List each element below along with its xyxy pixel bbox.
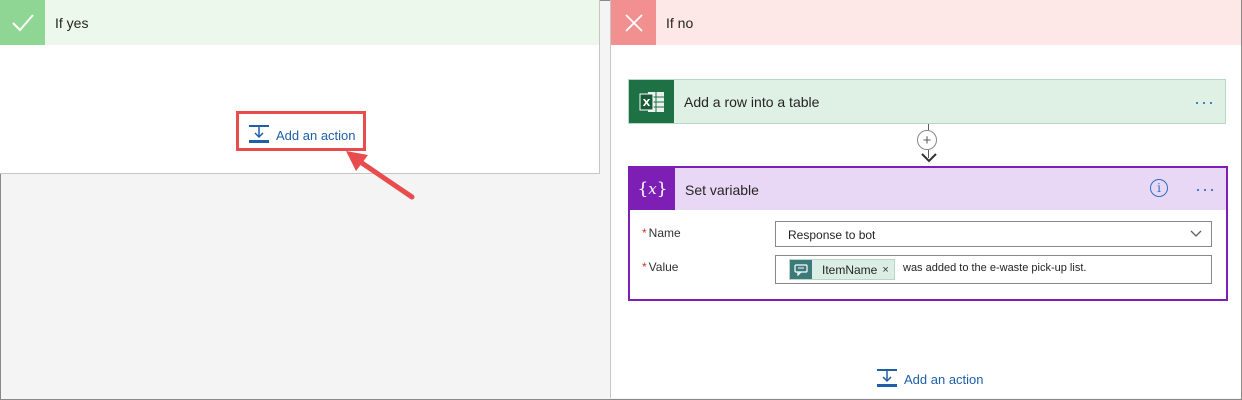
insert-step-button[interactable]: + (917, 130, 937, 150)
info-icon[interactable]: i (1150, 179, 1168, 197)
branch-if-no: If no X Add a row into a table ··· + {x} (610, 0, 1241, 398)
chevron-down-icon (1189, 226, 1203, 243)
name-dropdown[interactable]: Response to bot (775, 221, 1212, 247)
close-icon (611, 0, 656, 45)
remove-token-button[interactable]: × (882, 264, 893, 276)
branch-if-yes-title: If yes (55, 15, 89, 31)
token-label: ItemName (822, 262, 878, 277)
value-input[interactable]: ItemName × was added to the e-waste pick… (775, 255, 1212, 284)
branch-if-yes: If yes Add an action (0, 0, 600, 174)
dynamic-content-token[interactable]: ItemName × (789, 259, 895, 280)
value-field-label: * Value (642, 260, 679, 274)
add-action-label: Add an action (276, 128, 356, 143)
connector-arrow-icon (921, 153, 937, 163)
add-action-icon (876, 368, 898, 391)
add-action-icon (248, 124, 270, 147)
more-options-button[interactable]: ··· (1194, 93, 1215, 111)
svg-text:X: X (642, 98, 650, 109)
value-text: was added to the e-waste pick-up list. (903, 262, 1087, 274)
plus-icon: + (922, 131, 932, 149)
set-variable-title: Set variable (685, 182, 759, 198)
branch-if-no-header[interactable]: If no (611, 0, 1241, 45)
set-variable-header[interactable]: {x} Set variable i ··· (630, 168, 1226, 210)
excel-icon: X (629, 80, 674, 123)
callout-arrow (346, 151, 415, 200)
checkmark-icon (0, 0, 45, 45)
action-card-title: Add a row into a table (684, 94, 820, 110)
add-action-button-no[interactable]: Add an action (876, 368, 984, 391)
name-field-label: * Name (642, 226, 681, 240)
branch-if-yes-header[interactable]: If yes (0, 0, 599, 45)
chat-bubble-icon (790, 260, 812, 279)
variable-icon: {x} (630, 168, 675, 210)
add-action-label: Add an action (904, 372, 984, 387)
action-card-add-row[interactable]: X Add a row into a table ··· (628, 79, 1226, 124)
branch-if-no-title: If no (666, 15, 694, 31)
add-action-button-yes[interactable]: Add an action (248, 124, 356, 147)
name-dropdown-value: Response to bot (788, 228, 876, 242)
more-options-button[interactable]: ··· (1195, 180, 1216, 198)
action-card-set-variable[interactable]: {x} Set variable i ··· * Name Response to… (628, 166, 1228, 301)
